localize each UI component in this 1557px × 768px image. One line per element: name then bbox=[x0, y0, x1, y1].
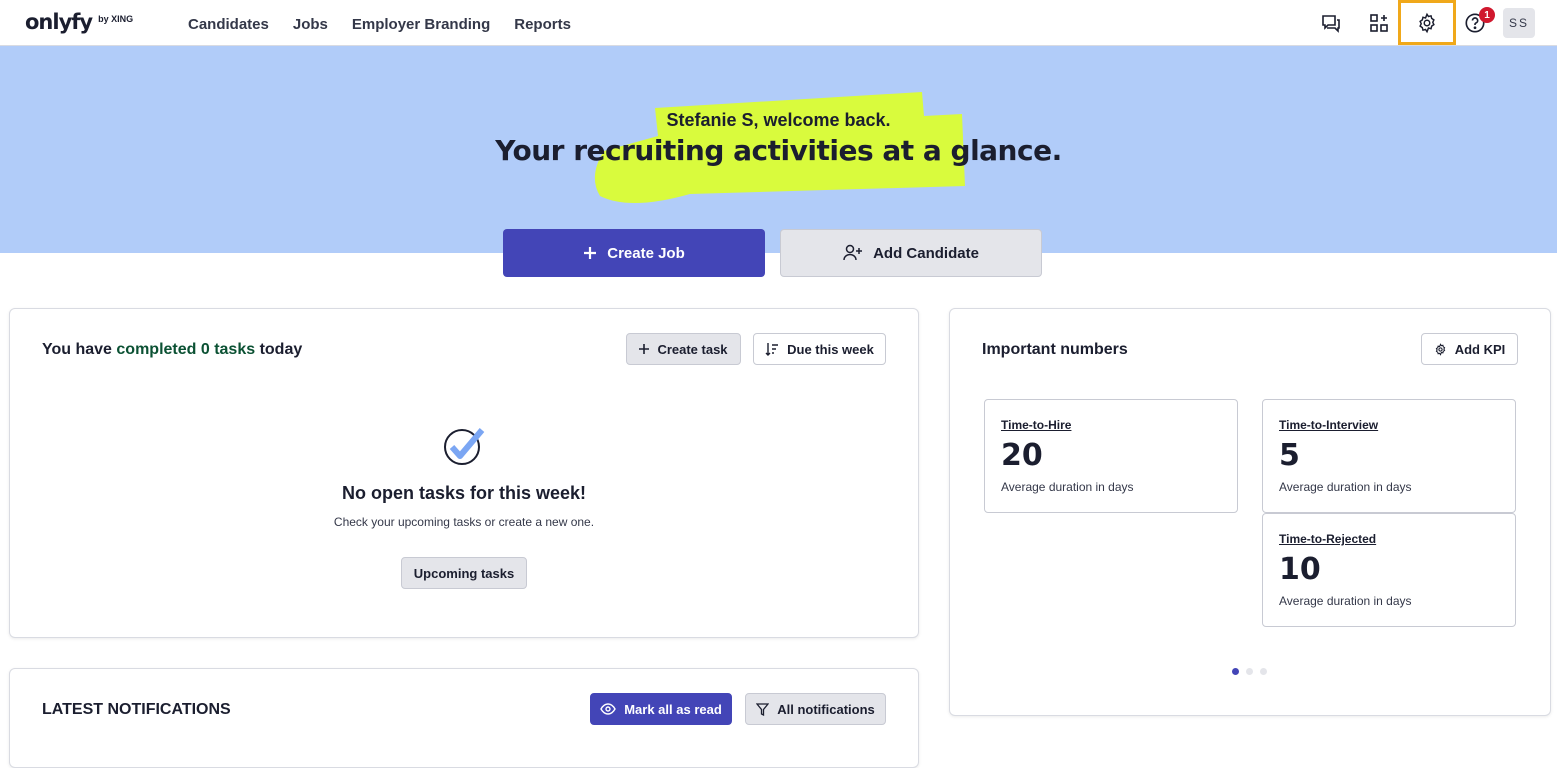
help-notification-badge: 1 bbox=[1479, 7, 1495, 23]
notifications-title: LATEST NOTIFICATIONS bbox=[42, 701, 231, 718]
kpi-label[interactable]: Time-to-Rejected bbox=[1279, 532, 1376, 546]
apps-grid-plus-icon bbox=[1370, 14, 1388, 32]
create-task-button[interactable]: Create task bbox=[626, 333, 741, 365]
apps-button[interactable] bbox=[1363, 7, 1395, 39]
tasks-title-suffix: today bbox=[255, 341, 303, 358]
due-this-week-filter[interactable]: Due this week bbox=[753, 333, 886, 365]
kpi-value: 5 bbox=[1279, 438, 1300, 473]
logo-wordmark: onlyfy bbox=[25, 10, 93, 34]
nav-candidates[interactable]: Candidates bbox=[188, 16, 269, 33]
kpi-card-time-to-rejected[interactable]: Time-to-Rejected 10 Average duration in … bbox=[1262, 513, 1516, 627]
filter-icon bbox=[756, 702, 770, 716]
due-filter-label: Due this week bbox=[787, 341, 874, 357]
kpi-value: 10 bbox=[1279, 552, 1321, 587]
create-job-label: Create Job bbox=[607, 244, 685, 262]
no-tasks-title: No open tasks for this week! bbox=[341, 483, 587, 503]
hero-headline: Your recruiting activities at a glance. bbox=[495, 134, 1062, 167]
tasks-card: You have completed 0 tasks today Create … bbox=[9, 308, 919, 638]
checkmark-circle-icon bbox=[444, 428, 485, 465]
kpi-label[interactable]: Time-to-Hire bbox=[1001, 418, 1071, 432]
eye-icon bbox=[600, 703, 617, 715]
all-notifications-button[interactable]: All notifications bbox=[745, 693, 886, 725]
all-notifications-label: All notifications bbox=[777, 701, 875, 717]
important-numbers-card: Important numbers Add KPI Time-to-Hire 2… bbox=[949, 308, 1551, 716]
welcome-text: Stefanie S, welcome back. bbox=[666, 110, 891, 130]
add-candidate-button[interactable]: Add Candidate bbox=[780, 229, 1042, 277]
add-user-icon bbox=[843, 244, 863, 261]
nav-employer-branding[interactable]: Employer Branding bbox=[352, 16, 490, 33]
logo-suffix: by XING bbox=[98, 14, 134, 24]
tasks-completed-count: completed 0 tasks bbox=[116, 341, 256, 358]
kpi-value: 20 bbox=[1001, 438, 1043, 473]
upcoming-tasks-button[interactable]: Upcoming tasks bbox=[401, 557, 527, 589]
gear-icon bbox=[1435, 342, 1445, 356]
kpi-description: Average duration in days bbox=[1279, 480, 1412, 494]
add-kpi-button[interactable]: Add KPI bbox=[1421, 333, 1518, 365]
carousel-dot-active[interactable] bbox=[1232, 668, 1239, 675]
notifications-card: LATEST NOTIFICATIONS Mark all as read Al… bbox=[9, 668, 919, 768]
nav-reports[interactable]: Reports bbox=[514, 16, 571, 33]
mark-all-read-label: Mark all as read bbox=[624, 701, 722, 717]
top-navigation-bar: onlyfy by XING Candidates Jobs Employer … bbox=[0, 0, 1557, 46]
kpi-description: Average duration in days bbox=[1279, 594, 1412, 608]
carousel-dot[interactable] bbox=[1246, 668, 1253, 675]
sort-icon bbox=[765, 343, 779, 356]
tasks-title-prefix: You have bbox=[42, 341, 117, 358]
user-avatar[interactable]: SS bbox=[1503, 8, 1535, 38]
main-nav: Candidates Jobs Employer Branding Report… bbox=[188, 16, 571, 33]
kpi-label[interactable]: Time-to-Interview bbox=[1279, 418, 1378, 432]
onlyfy-logo[interactable]: onlyfy by XING bbox=[25, 10, 133, 34]
messages-button[interactable] bbox=[1315, 7, 1347, 39]
kpi-card-time-to-interview[interactable]: Time-to-Interview 5 Average duration in … bbox=[1262, 399, 1516, 513]
add-candidate-label: Add Candidate bbox=[873, 244, 979, 262]
upcoming-tasks-label: Upcoming tasks bbox=[413, 565, 515, 581]
plus-icon bbox=[639, 344, 650, 354]
welcome-hero: Stefanie S, welcome back. Your recruitin… bbox=[0, 46, 1557, 253]
tasks-title: You have completed 0 tasks today bbox=[42, 341, 302, 359]
no-tasks-subtitle: Check your upcoming tasks or create a ne… bbox=[333, 515, 595, 529]
important-numbers-title: Important numbers bbox=[982, 341, 1128, 358]
plus-icon bbox=[584, 247, 597, 259]
nav-jobs[interactable]: Jobs bbox=[293, 16, 328, 33]
settings-highlight-frame bbox=[1398, 0, 1456, 45]
carousel-dot[interactable] bbox=[1260, 668, 1267, 675]
create-task-label: Create task bbox=[657, 341, 728, 357]
mark-all-read-button[interactable]: Mark all as read bbox=[590, 693, 732, 725]
create-job-button[interactable]: Create Job bbox=[503, 229, 765, 277]
kpi-description: Average duration in days bbox=[1001, 480, 1134, 494]
chat-icon bbox=[1322, 15, 1340, 33]
kpi-card-time-to-hire[interactable]: Time-to-Hire 20 Average duration in days bbox=[984, 399, 1238, 513]
add-kpi-label: Add KPI bbox=[1454, 341, 1506, 357]
